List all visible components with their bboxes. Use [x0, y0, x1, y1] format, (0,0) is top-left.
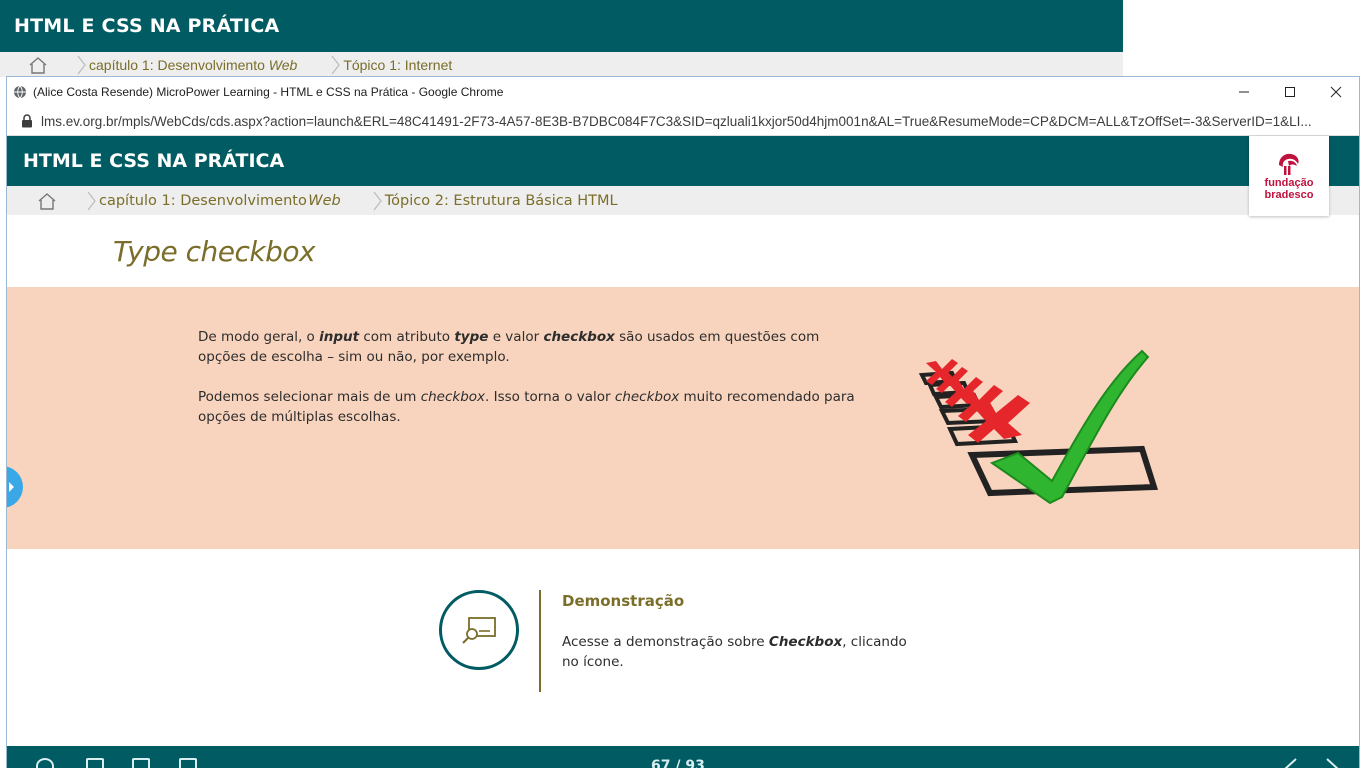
background-window: HTML E CSS NA PRÁTICA capítulo 1: Desenv… — [0, 0, 1123, 77]
maximize-icon — [1285, 87, 1295, 97]
breadcrumb-separator-icon — [331, 55, 341, 74]
page-title: Type checkbox — [113, 234, 316, 268]
title-bar[interactable]: (Alice Costa Resende) MicroPower Learnin… — [7, 77, 1359, 107]
desktop-area — [1123, 0, 1366, 77]
lock-icon[interactable] — [21, 114, 33, 128]
app-title: HTML E CSS NA PRÁTICA — [23, 150, 285, 172]
bg-app-title: HTML E CSS NA PRÁTICA — [14, 15, 280, 37]
page-counter: 67 / 93 — [651, 758, 705, 768]
breadcrumb-separator-icon — [373, 191, 382, 210]
demo-button[interactable] — [439, 590, 519, 670]
bg-breadcrumb-topic[interactable]: Tópico 1: Internet — [343, 57, 452, 73]
minimize-icon — [1239, 91, 1249, 93]
fundacao-bradesco-logo: fundação bradesco — [1249, 136, 1329, 216]
logo-line1: fundação — [1264, 177, 1314, 189]
notes-icon[interactable] — [132, 758, 150, 768]
window-controls — [1221, 77, 1359, 107]
maximize-button[interactable] — [1267, 77, 1313, 107]
minimize-button[interactable] — [1221, 77, 1267, 107]
glossary-icon[interactable] — [179, 758, 197, 768]
breadcrumb-chapter[interactable]: capítulo 1: Desenvolvimento Web — [99, 193, 341, 209]
address-bar[interactable]: lms.ev.org.br/mpls/WebCds/cds.aspx?actio… — [7, 107, 1359, 136]
close-icon — [1330, 86, 1342, 98]
intro-paragraph-1: De modo geral, o input com atributo type… — [198, 329, 820, 365]
logo-line2: bradesco — [1264, 189, 1314, 201]
intro-paragraph-2: Podemos selecionar mais de um checkbox. … — [198, 389, 855, 425]
chevron-right-icon — [9, 482, 14, 492]
home-icon[interactable] — [36, 190, 58, 212]
intro-text: De modo geral, o input com atributo type… — [198, 327, 858, 447]
window-title: (Alice Costa Resende) MicroPower Learnin… — [33, 85, 504, 99]
demo-text: Acesse a demonstração sobre Checkbox, cl… — [562, 634, 907, 670]
document-icon[interactable] — [86, 758, 104, 768]
breadcrumb-separator-icon — [77, 55, 86, 74]
help-icon[interactable] — [36, 758, 54, 768]
bg-app-header: HTML E CSS NA PRÁTICA — [0, 0, 1123, 52]
footer-bar: 67 / 93 — [7, 746, 1359, 768]
breadcrumb-separator-icon — [87, 191, 96, 210]
globe-icon — [14, 85, 26, 99]
intro-panel: De modo geral, o input com atributo type… — [7, 287, 1359, 549]
next-page-icon[interactable] — [1325, 758, 1341, 768]
demo-section: Demonstração Acesse a demonstração sobre… — [7, 582, 1359, 722]
demo-divider — [539, 590, 541, 692]
checkbox-illustration — [918, 349, 1159, 505]
breadcrumb-topic[interactable]: Tópico 2: Estrutura Básica HTML — [385, 193, 618, 209]
bg-breadcrumb: capítulo 1: Desenvolvimento Web Tópico 1… — [0, 52, 1123, 77]
close-button[interactable] — [1313, 77, 1359, 107]
breadcrumb: capítulo 1: Desenvolvimento Web Tópico 2… — [7, 186, 1359, 215]
app-header: HTML E CSS NA PRÁTICA fundação bradesco — [7, 136, 1359, 216]
bg-breadcrumb-chapter[interactable]: capítulo 1: Desenvolvimento Web — [89, 57, 297, 73]
previous-page-icon[interactable] — [1282, 758, 1298, 768]
url-text[interactable]: lms.ev.org.br/mpls/WebCds/cds.aspx?actio… — [41, 114, 1312, 129]
home-icon[interactable] — [27, 54, 49, 76]
demo-title: Demonstração — [562, 592, 685, 610]
presentation-icon — [462, 617, 496, 644]
chrome-window: (Alice Costa Resende) MicroPower Learnin… — [7, 77, 1359, 768]
bradesco-tree-icon — [1279, 153, 1299, 175]
